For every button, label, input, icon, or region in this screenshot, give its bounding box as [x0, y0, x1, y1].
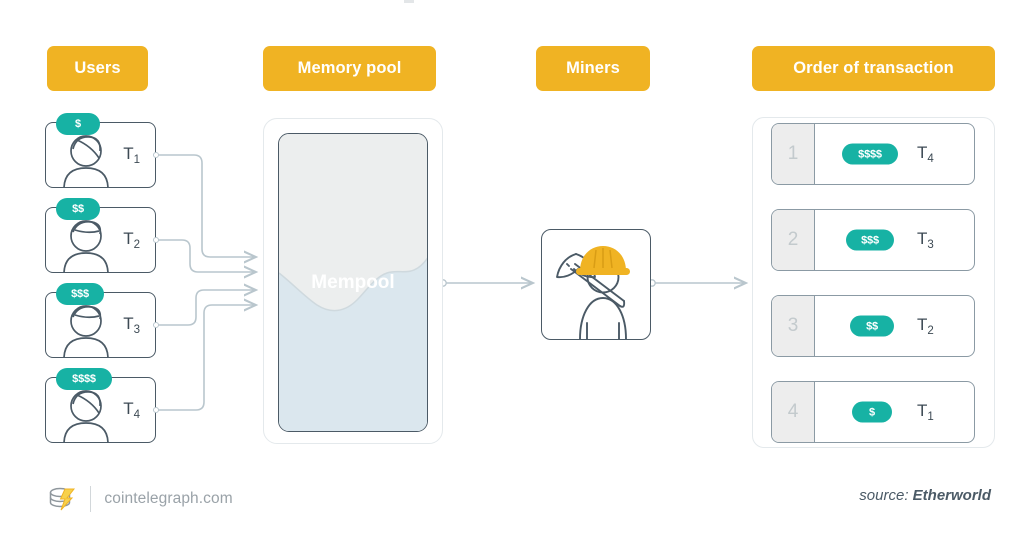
cointelegraph-logo-icon	[49, 487, 76, 511]
order-rank-1: 1	[772, 124, 815, 184]
header-order-of-transaction-label: Order of transaction	[793, 59, 954, 77]
fee-badge-user-1-label: $	[75, 118, 81, 130]
fee-badge-user-2-label: $$	[72, 203, 84, 215]
tx-label-user-4: T4	[123, 398, 140, 422]
fee-badge-user-4-label: $$$$	[72, 373, 96, 385]
order-row-2[interactable]: 2 $$$ T3	[771, 209, 975, 271]
mempool-label: Mempool	[311, 272, 395, 293]
header-memory-pool: Memory pool	[263, 46, 436, 91]
header-users: Users	[47, 46, 148, 91]
fee-badge-user-2: $$	[56, 198, 100, 220]
order-rank-3: 3	[772, 296, 815, 356]
wire-node-user-2	[153, 237, 159, 243]
avatar-icon-user-3	[63, 305, 109, 357]
order-rank-4: 4	[772, 382, 815, 442]
fee-badge-user-3: $$$	[56, 283, 104, 305]
order-row-1[interactable]: 1 $$$$ T4	[771, 123, 975, 185]
order-tx-label-2: T3	[917, 228, 934, 252]
miner-card[interactable]	[541, 229, 651, 340]
order-rank-2: 2	[772, 210, 815, 270]
tx-label-user-1: T1	[123, 143, 140, 167]
order-fee-badge-3: $$	[850, 315, 894, 337]
infographic-canvas: Users Memory pool Miners Order of transa…	[0, 0, 1024, 555]
footer-source-prefix: source:	[859, 487, 913, 504]
header-users-label: Users	[74, 59, 121, 77]
tx-label-user-2: T2	[123, 228, 140, 252]
header-order-of-transaction: Order of transaction	[752, 46, 995, 91]
header-memory-pool-label: Memory pool	[297, 59, 402, 77]
fee-badge-user-3-label: $$$	[71, 288, 89, 300]
order-tx-label-3: T2	[917, 314, 934, 338]
order-row-3[interactable]: 3 $$ T2	[771, 295, 975, 357]
header-miners-label: Miners	[566, 59, 620, 77]
wire-node-user-4	[153, 407, 159, 413]
order-fee-badge-4: $	[852, 401, 892, 423]
miner-with-pickaxe-and-hardhat-icon	[556, 246, 630, 340]
tx-label-user-3: T3	[123, 313, 140, 337]
order-tx-label-4: T1	[917, 400, 934, 424]
footer-source: source: Etherworld	[859, 487, 991, 504]
wire-node-user-1	[153, 152, 159, 158]
fee-badge-user-4: $$$$	[56, 368, 112, 390]
order-fee-badge-1: $$$$	[842, 143, 898, 165]
footer-divider	[90, 486, 92, 512]
fee-badge-user-1: $	[56, 113, 100, 135]
order-fee-badge-2: $$$	[846, 229, 894, 251]
footer-site-label: cointelegraph.com	[104, 490, 233, 507]
footer-source-name: Etherworld	[912, 487, 991, 504]
avatar-icon-user-4	[63, 390, 109, 442]
header-miners: Miners	[536, 46, 650, 91]
wire-node-user-3	[153, 322, 159, 328]
order-tx-label-1: T4	[917, 142, 934, 166]
order-row-4[interactable]: 4 $ T1	[771, 381, 975, 443]
avatar-icon-user-2	[63, 220, 109, 272]
avatar-icon-user-1	[63, 135, 109, 187]
footer-branding: cointelegraph.com	[47, 484, 233, 514]
